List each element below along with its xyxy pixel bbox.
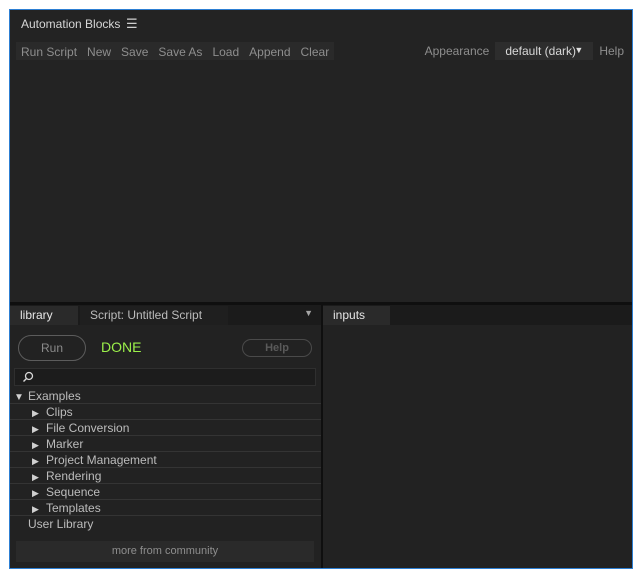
save-button[interactable]: Save — [116, 42, 153, 60]
collapsed-arrow-icon: ▶ — [32, 504, 39, 514]
search-icon — [23, 371, 34, 382]
more-from-community-button[interactable]: more from community — [16, 541, 314, 562]
panel-title: Automation Blocks — [21, 17, 121, 31]
caret-down-icon: ▼ — [574, 45, 584, 55]
tree-item-templates[interactable]: ▶ Templates — [10, 500, 321, 516]
right-tab-bar: inputs — [323, 305, 632, 325]
help-link[interactable]: Help — [599, 44, 624, 58]
tree-label: Clips — [46, 405, 73, 419]
tree-label: Project Management — [46, 453, 157, 467]
run-button[interactable]: Run — [18, 335, 86, 361]
tree-label: File Conversion — [46, 421, 130, 435]
tree-label: Examples — [28, 389, 81, 403]
load-button[interactable]: Load — [207, 42, 244, 60]
tree-item-user-library[interactable]: User Library — [10, 516, 321, 532]
new-button[interactable]: New — [82, 42, 116, 60]
tab-inputs[interactable]: inputs — [323, 306, 390, 325]
main-toolbar: Run Script New Save Save As Load Append … — [16, 42, 335, 60]
status-text: DONE — [101, 339, 142, 355]
library-search-input[interactable] — [14, 368, 316, 386]
tab-library[interactable]: library — [10, 306, 78, 325]
save-as-button[interactable]: Save As — [153, 42, 207, 60]
collapsed-arrow-icon: ▶ — [32, 424, 39, 434]
collapsed-arrow-icon: ▶ — [32, 440, 39, 450]
tree-item-sequence[interactable]: ▶ Sequence — [10, 484, 321, 500]
tree-item-examples[interactable]: ▼ Examples — [10, 388, 321, 404]
tree-item-marker[interactable]: ▶ Marker — [10, 436, 321, 452]
tree-item-project-management[interactable]: ▶ Project Management — [10, 452, 321, 468]
tab-menu-icon[interactable]: ▼ — [304, 308, 313, 318]
tree-label: Marker — [46, 437, 84, 451]
append-button[interactable]: Append — [244, 42, 295, 60]
automation-blocks-panel: Automation Blocks ☰ Run Script New Save … — [9, 9, 633, 569]
toolbar-right: Appearance default (dark) ▼ Help — [425, 42, 624, 60]
collapsed-arrow-icon: ▶ — [32, 488, 39, 498]
help-button[interactable]: Help — [242, 339, 312, 357]
collapsed-arrow-icon: ▶ — [32, 456, 39, 466]
library-tree: ▼ Examples ▶ Clips ▶ File Conversion ▶ Marke… — [10, 388, 321, 532]
clear-button[interactable]: Clear — [296, 42, 335, 60]
tree-label: Templates — [46, 501, 101, 515]
panel-titlebar: Automation Blocks ☰ — [10, 10, 632, 37]
run-script-button[interactable]: Run Script — [16, 42, 82, 60]
left-tab-bar: library Script: Untitled Script ▼ — [10, 305, 321, 325]
tab-script[interactable]: Script: Untitled Script — [80, 306, 228, 325]
appearance-dropdown[interactable]: default (dark) ▼ — [495, 42, 594, 60]
tree-item-file-conversion[interactable]: ▶ File Conversion — [10, 420, 321, 436]
tree-label: Sequence — [46, 485, 101, 499]
collapsed-arrow-icon: ▶ — [32, 472, 39, 482]
appearance-label: Appearance — [424, 44, 490, 58]
left-pane: library Script: Untitled Script ▼ Run DO… — [10, 305, 321, 568]
appearance-value: default (dark) — [505, 44, 577, 58]
tree-label: Rendering — [46, 469, 102, 483]
tree-item-rendering[interactable]: ▶ Rendering — [10, 468, 321, 484]
tree-item-clips[interactable]: ▶ Clips — [10, 404, 321, 420]
hamburger-icon[interactable]: ☰ — [126, 16, 138, 32]
collapsed-arrow-icon: ▶ — [32, 408, 39, 418]
right-pane: inputs — [323, 305, 632, 568]
